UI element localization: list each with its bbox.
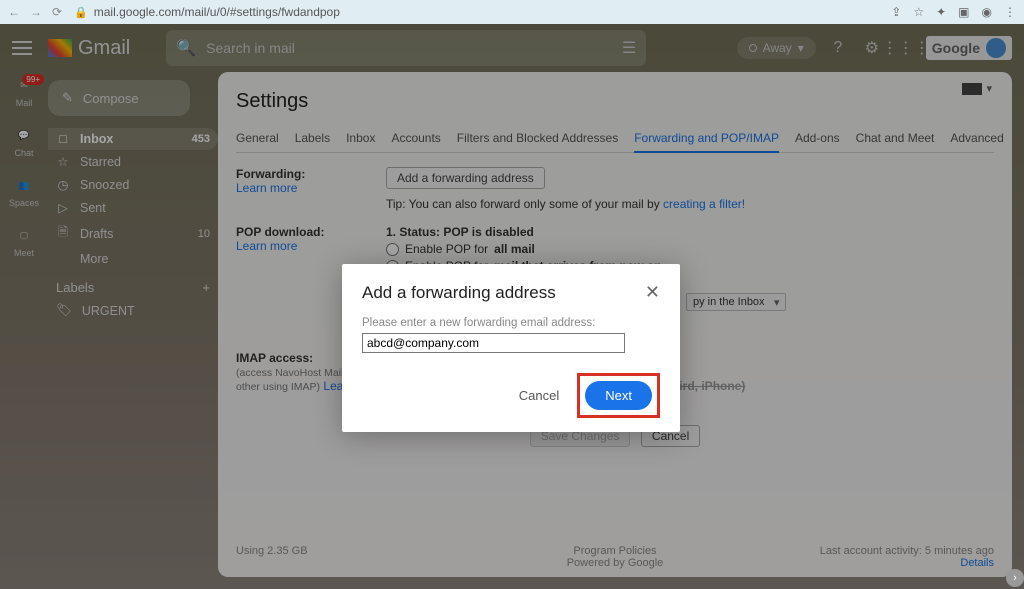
share-icon[interactable]: ⇪ [891, 5, 901, 19]
forwarding-modal: Add a forwarding address ✕ Please enter … [342, 264, 680, 432]
modal-close-icon[interactable]: ✕ [645, 282, 660, 303]
modal-title: Add a forwarding address [362, 283, 556, 303]
extensions-icon[interactable]: ✦ [936, 5, 946, 19]
modal-prompt: Please enter a new forwarding email addr… [362, 317, 660, 329]
menu-icon[interactable]: ⋮ [1004, 5, 1016, 19]
nav-back-icon[interactable]: ← [8, 5, 20, 19]
next-button-highlight: Next [577, 373, 660, 418]
url-text: mail.google.com/mail/u/0/#settings/fwdan… [94, 5, 340, 19]
star-icon[interactable]: ☆ [913, 5, 924, 19]
lock-icon: 🔒 [74, 6, 88, 19]
modal-cancel-button[interactable]: Cancel [519, 388, 559, 403]
profile-icon[interactable]: ◉ [982, 5, 992, 19]
scroll-right-icon[interactable]: › [1006, 569, 1024, 587]
app-root: Gmail 🔍 Search in mail ☰ Away ▾ ? ⚙ ⋮⋮⋮ … [0, 24, 1024, 589]
window-icon[interactable]: ▣ [958, 5, 969, 19]
browser-chrome: ← → ⟳ 🔒 mail.google.com/mail/u/0/#settin… [0, 0, 1024, 24]
nav-forward-icon[interactable]: → [30, 5, 42, 19]
modal-next-button[interactable]: Next [585, 381, 652, 410]
forwarding-email-input[interactable] [362, 333, 625, 353]
nav-reload-icon[interactable]: ⟳ [52, 5, 62, 19]
